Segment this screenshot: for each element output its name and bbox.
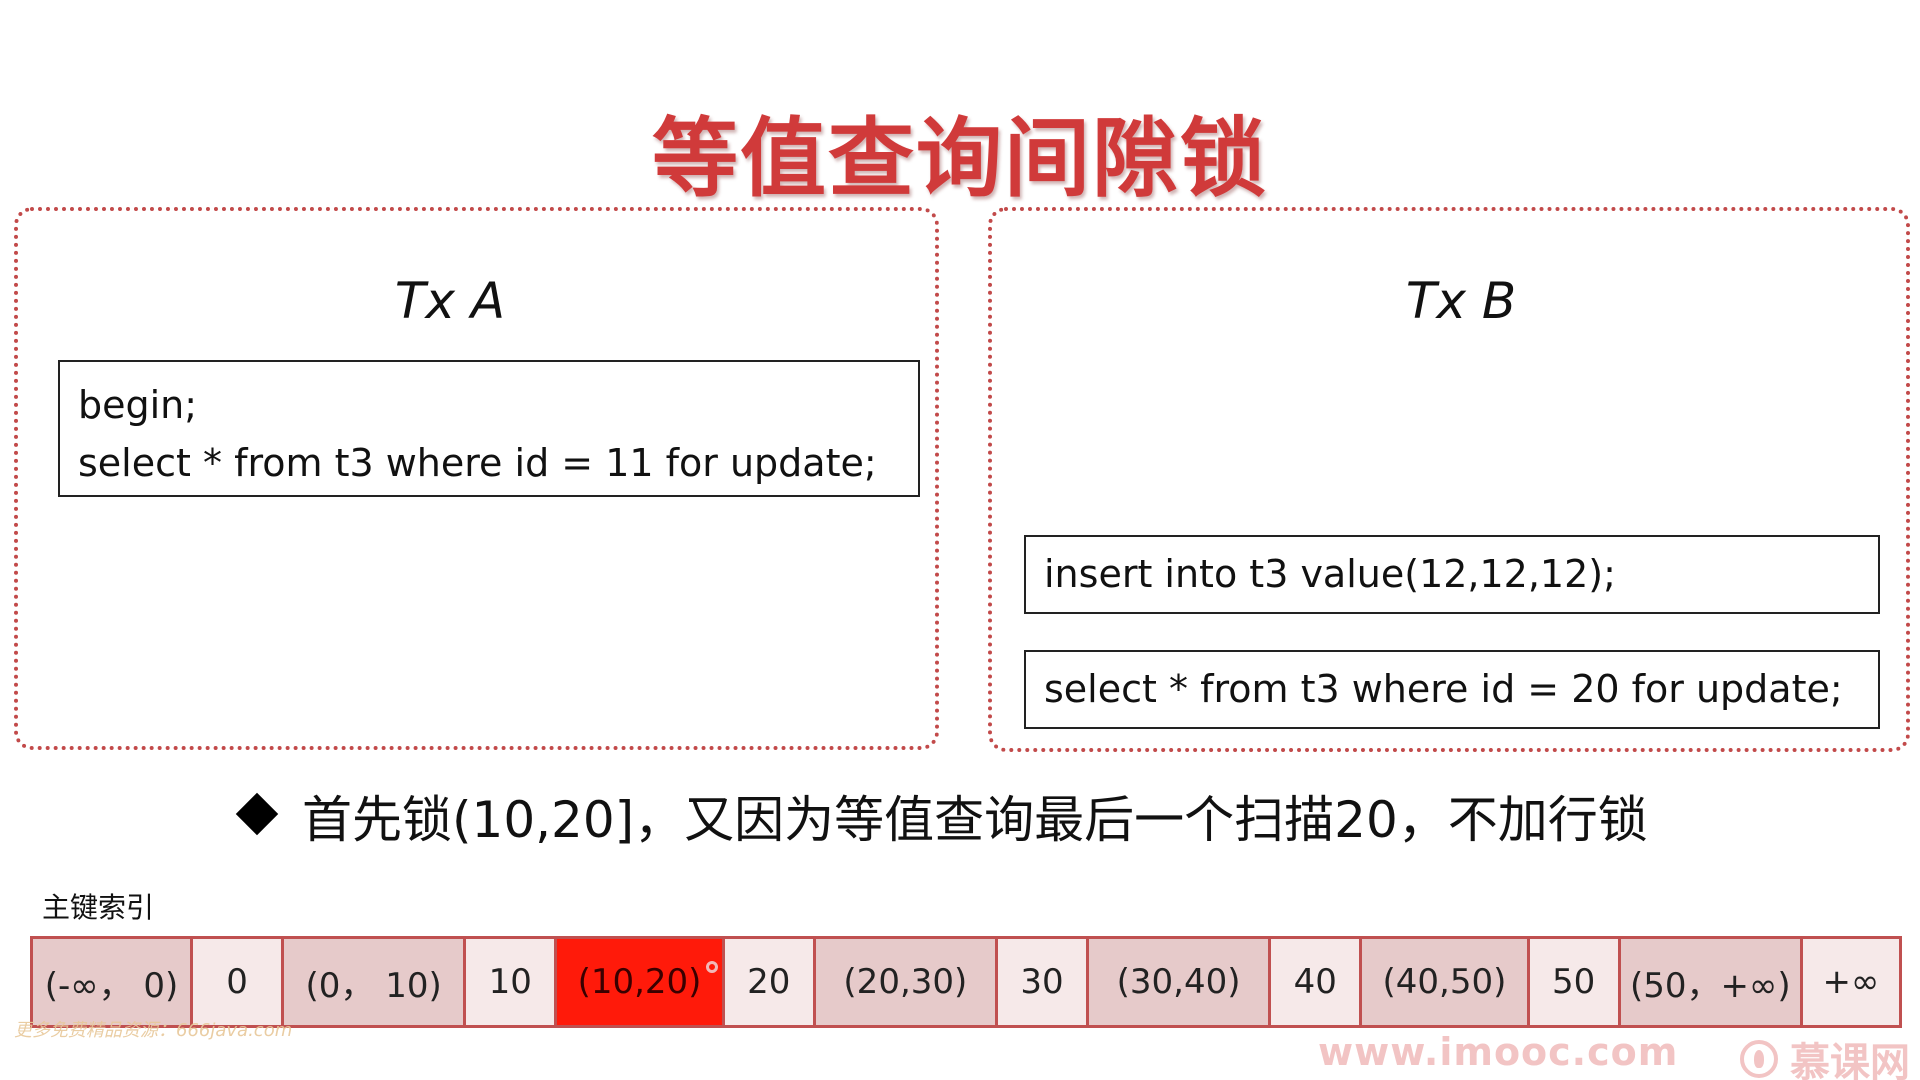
index-cell-highlighted: (10,20) [557, 939, 725, 1025]
imooc-logo-icon [1740, 1040, 1778, 1078]
bullet-text: 首先锁(10,20]，又因为等值查询最后一个扫描20，不加行锁 [302, 791, 1648, 849]
index-gap-cell: (40,50) [1362, 939, 1530, 1025]
watermark-url: www.imooc.com [1318, 1030, 1679, 1074]
index-gap-cell: (30,40) [1089, 939, 1272, 1025]
tx-a-label: Tx A [394, 272, 506, 330]
index-record-cell: 30 [997, 939, 1090, 1025]
index-cell-text: +∞ [1822, 962, 1880, 1002]
index-gap-cell: (20,30) [815, 939, 998, 1025]
imooc-logo: 慕课网 [1740, 1030, 1910, 1080]
index-cell-text: (40,50) [1382, 962, 1507, 1002]
primary-index-row: (-∞， 0) 0 (0， 10) 10 (10,20) 20 (20,30) 30 (30,4… [30, 936, 1902, 1028]
index-cell-text: (-∞， 0) [44, 965, 179, 1006]
index-cell-text: 20 [747, 962, 791, 1002]
index-cell-text: 40 [1293, 962, 1337, 1002]
index-record-cell: 20 [724, 939, 816, 1025]
tx-a-code-box: begin; select * from t3 where id = 11 fo… [58, 360, 920, 497]
index-cell-text: (10,20) [577, 962, 702, 1002]
index-gap-cell: (50，+∞) [1620, 939, 1803, 1025]
index-cell-text: (0， 10) [305, 965, 442, 1006]
index-cell-text: (50，+∞) [1629, 965, 1791, 1006]
index-cell-text: 0 [226, 962, 248, 1002]
slide-title: 等值查询间隙锁 [652, 109, 1268, 209]
index-cell-text: 30 [1020, 962, 1064, 1002]
index-cell-text: (30,40) [1116, 962, 1241, 1002]
tx-b-label: Tx B [1405, 272, 1517, 330]
primary-index-label: 主键索引 [42, 891, 155, 924]
imooc-logo-text: 慕课网 [1790, 1040, 1910, 1080]
tx-b-insert-box: insert into t3 value(12,12,12); [1024, 535, 1880, 614]
index-record-cell: 10 [466, 939, 558, 1025]
index-cell-text: 50 [1552, 962, 1596, 1002]
index-gap-cell: (-∞， 0) [33, 939, 193, 1025]
slide: 等值查询间隙锁 Tx A Tx B begin; select * from t… [0, 0, 1920, 1080]
tx-a-select-line: select * from t3 where id = 11 for updat… [78, 441, 877, 485]
tx-a-begin-line: begin; [78, 383, 198, 427]
tx-b-select-box: select * from t3 where id = 20 for updat… [1024, 650, 1880, 729]
index-record-cell: 0 [193, 939, 285, 1025]
watermark-left: 更多免费精品资源：666java.com [14, 1020, 293, 1041]
index-record-cell: 50 [1529, 939, 1621, 1025]
index-cell-text: (20,30) [843, 962, 968, 1002]
index-record-cell: +∞ [1802, 939, 1899, 1025]
diamond-bullet-icon [235, 792, 279, 836]
index-record-cell: 40 [1271, 939, 1363, 1025]
index-gap-cell: (0， 10) [284, 939, 467, 1025]
cursor-indicator-icon [705, 961, 718, 973]
bullet-point: 首先锁(10,20]，又因为等值查询最后一个扫描20，不加行锁 [230, 780, 1730, 852]
index-cell-text: 10 [488, 962, 532, 1002]
